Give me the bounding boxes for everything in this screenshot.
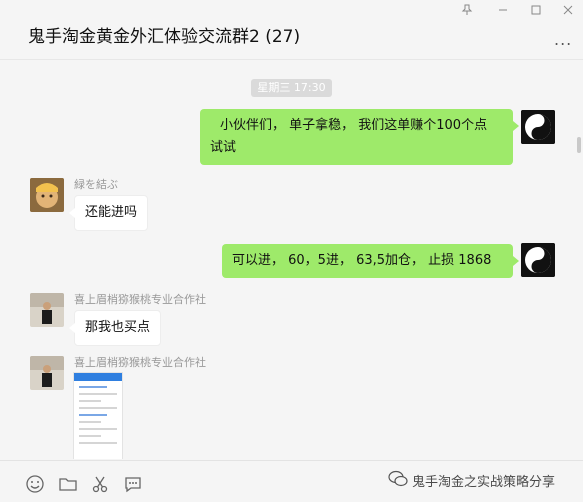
close-icon[interactable] [561, 4, 575, 16]
folder-icon[interactable] [58, 474, 78, 494]
message-text: 试试 [210, 140, 237, 155]
message-text: 小伙伴们， 单子拿稳， 我们这单赚个100个点 [220, 118, 488, 133]
message-bubble-received[interactable]: 还能进吗 [68, 195, 149, 231]
avatar[interactable] [30, 293, 64, 327]
scrollbar[interactable] [577, 137, 581, 153]
emoji-icon[interactable] [25, 474, 45, 494]
image-message[interactable] [73, 372, 123, 459]
chat-bubble-icon[interactable] [123, 474, 143, 494]
message-text: 那我也买点 [85, 320, 151, 335]
more-options-button[interactable]: ... [554, 30, 572, 49]
watermark-text: 鬼手淘金之实战策略分享 [412, 475, 556, 490]
minimize-icon[interactable] [496, 4, 510, 16]
message-bubble-received[interactable]: 那我也买点 [68, 310, 162, 346]
scissors-icon[interactable] [90, 474, 110, 494]
chat-title: 鬼手淘金黄金外汇体验交流群2 (27) [28, 27, 301, 47]
pin-icon[interactable] [460, 4, 474, 16]
timestamp: 星期三 17:30 [251, 79, 332, 97]
avatar[interactable] [30, 178, 64, 212]
chat-window: 鬼手淘金黄金外汇体验交流群2 (27) ... 星期三 17:30 小伙伴们， … [0, 0, 583, 502]
title-bar: 鬼手淘金黄金外汇体验交流群2 (27) ... [0, 0, 583, 60]
wechat-logo-icon [388, 470, 408, 488]
sender-name: 緑を結ぶ [74, 178, 118, 191]
maximize-icon[interactable] [529, 4, 543, 16]
message-bubble-sent[interactable]: 小伙伴们， 单子拿稳， 我们这单赚个100个点 试试 [200, 109, 519, 165]
message-text: 还能进吗 [85, 205, 138, 220]
avatar[interactable] [521, 243, 555, 277]
sender-name: 喜上眉梢猕猴桃专业合作社 [74, 356, 206, 369]
sender-name: 喜上眉梢猕猴桃专业合作社 [74, 293, 206, 306]
avatar[interactable] [521, 110, 555, 144]
message-text: 可以进， 60，5进， 63,5加仓， 止损 1868 [232, 253, 492, 268]
avatar[interactable] [30, 356, 64, 390]
message-bubble-sent[interactable]: 可以进， 60，5进， 63,5加仓， 止损 1868 [222, 244, 519, 278]
message-list[interactable]: 星期三 17:30 小伙伴们， 单子拿稳， 我们这单赚个100个点 试试 緑を結… [0, 61, 583, 459]
